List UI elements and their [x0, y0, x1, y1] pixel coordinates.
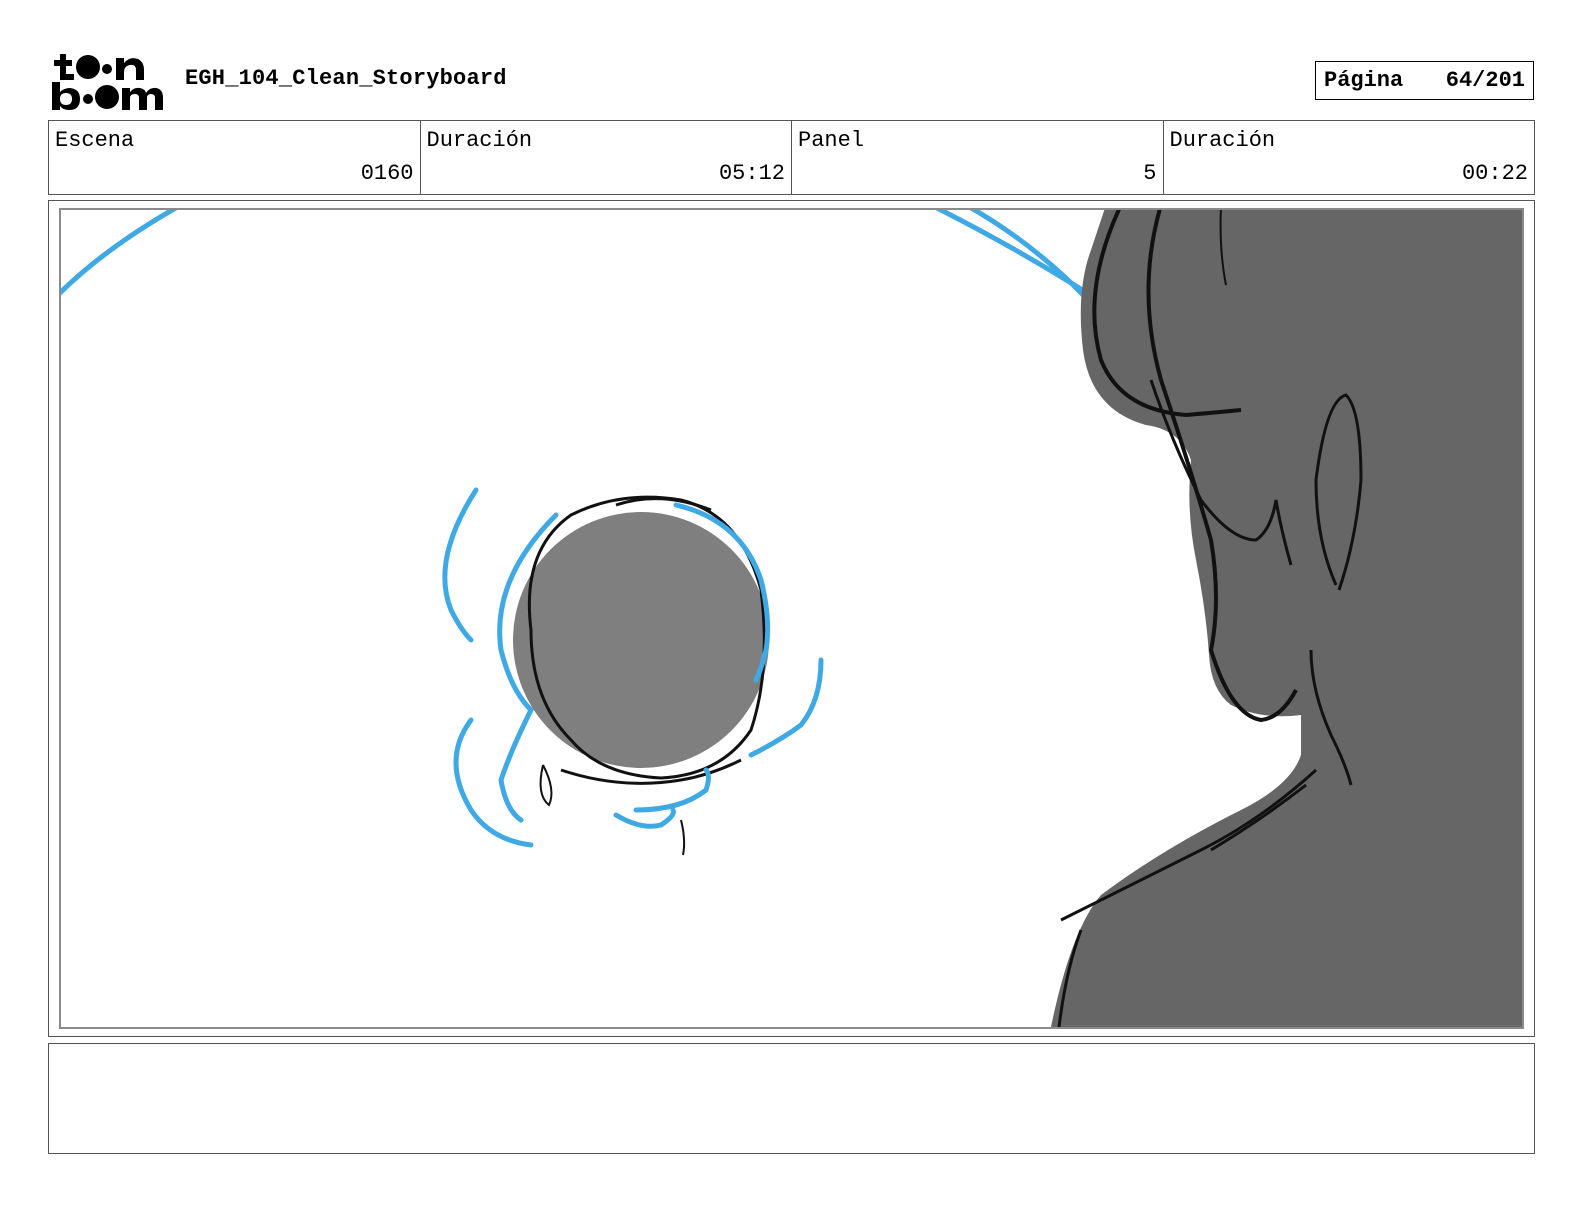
panel-label: Panel	[798, 128, 865, 153]
storyboard-panel	[59, 208, 1524, 1029]
page-number: 64/201	[1445, 68, 1525, 93]
panel-duration-value: 00:22	[1461, 161, 1528, 186]
notes-box	[48, 1043, 1535, 1154]
motion-line	[61, 210, 178, 296]
scene-duration-cell: Duración 05:12	[421, 121, 792, 194]
scene-label: Escena	[55, 128, 135, 153]
panel-duration-cell: Duración 00:22	[1164, 121, 1535, 194]
toon-boom-logo	[50, 50, 165, 112]
scene-duration-value: 05:12	[718, 161, 785, 186]
scene-info-row: Escena 0160 Duración 05:12 Panel 5 Durac…	[48, 120, 1535, 195]
panel-drawing	[61, 210, 1522, 1027]
panel-cell: Panel 5	[792, 121, 1164, 194]
motion-line	[442, 487, 479, 643]
panel-duration-label: Duración	[1169, 128, 1276, 153]
panel-value: 5	[1143, 161, 1157, 186]
page-label: Página	[1324, 68, 1404, 93]
document-title: EGH_104_Clean_Storyboard	[185, 66, 507, 91]
scene-value: 0160	[360, 161, 414, 186]
page-indicator: Página 64/201	[1315, 61, 1534, 100]
ball	[513, 512, 769, 768]
motion-line	[613, 807, 676, 829]
scene-cell: Escena 0160	[49, 121, 421, 194]
scene-duration-label: Duración	[426, 128, 533, 153]
storyboard-panel-frame	[48, 200, 1535, 1037]
character-silhouette	[1051, 210, 1522, 1027]
